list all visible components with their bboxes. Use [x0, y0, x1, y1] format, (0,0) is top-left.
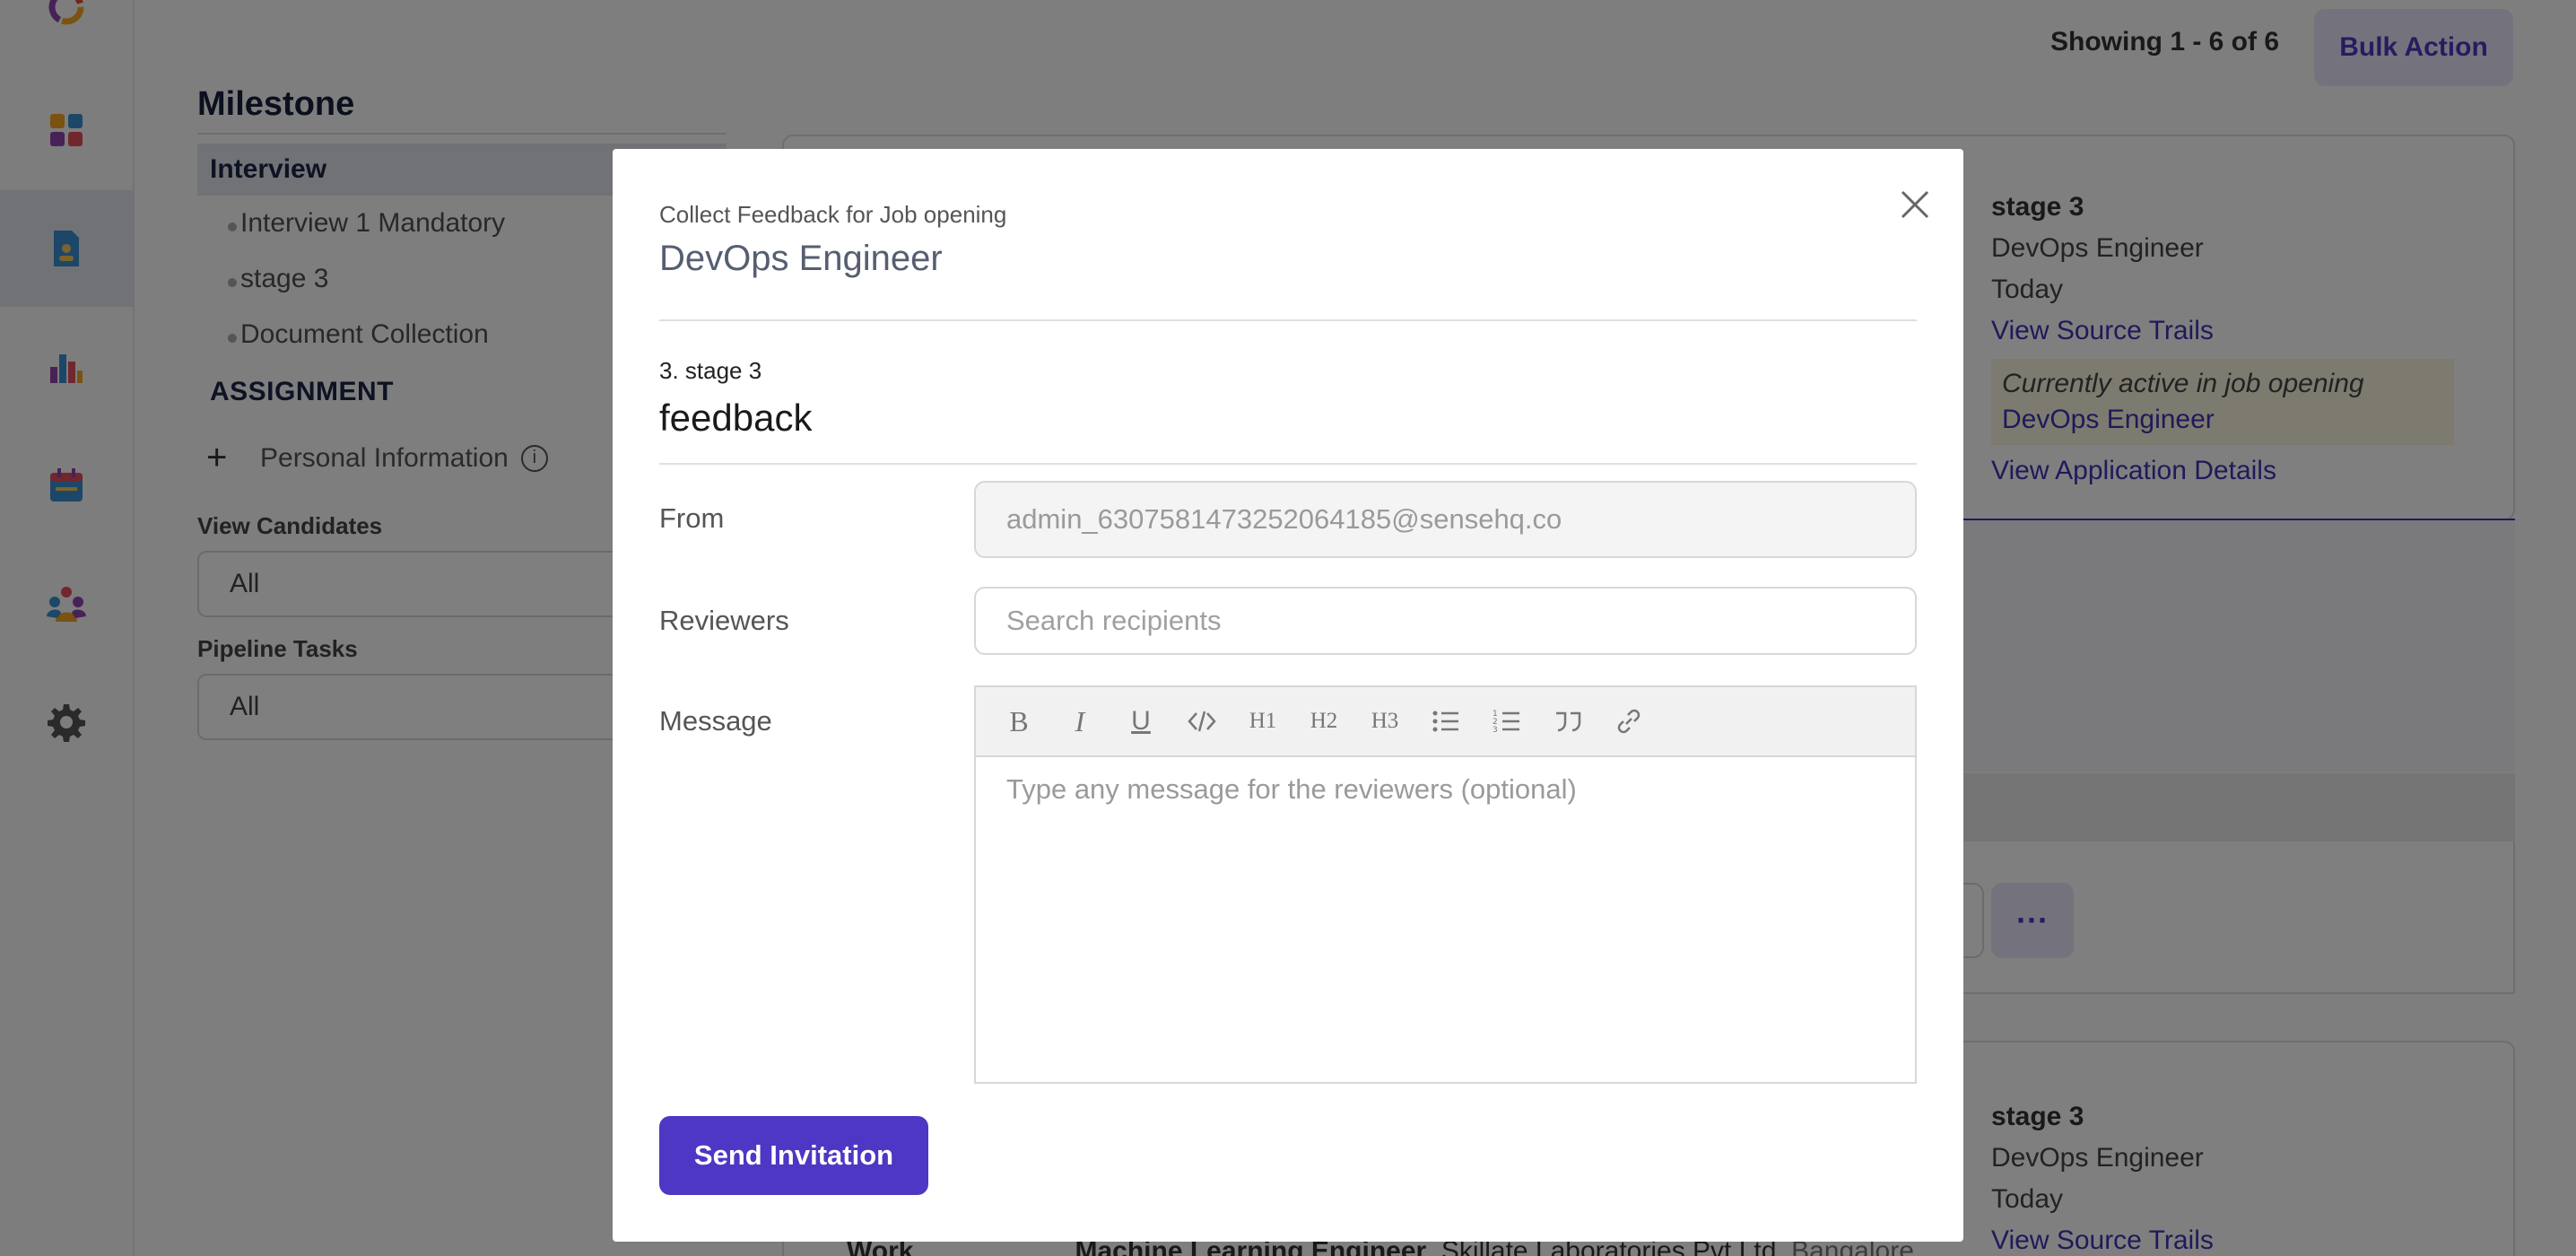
heading1-button[interactable]: H1	[1232, 686, 1293, 756]
svg-text:3: 3	[1493, 726, 1498, 735]
message-label: Message	[659, 705, 772, 737]
bold-button[interactable]: B	[988, 686, 1049, 756]
heading3-button[interactable]: H3	[1354, 686, 1415, 756]
send-invitation-button[interactable]: Send Invitation	[659, 1116, 928, 1195]
numbered-list-button[interactable]: 123	[1476, 686, 1537, 756]
editor-toolbar: B I U H1 H2 H3 123	[976, 687, 1915, 757]
collect-feedback-modal: Collect Feedback for Job opening DevOps …	[613, 149, 1963, 1242]
italic-button[interactable]: I	[1049, 686, 1110, 756]
close-icon[interactable]	[1895, 185, 1935, 224]
quote-icon	[1556, 711, 1581, 732]
heading2-button[interactable]: H2	[1293, 686, 1354, 756]
modal-title: DevOps Engineer	[659, 239, 943, 278]
message-textarea[interactable]	[976, 757, 1915, 1082]
reviewers-label: Reviewers	[659, 605, 789, 636]
blockquote-button[interactable]	[1537, 686, 1598, 756]
bullet-list-icon	[1432, 711, 1458, 732]
stage-label: 3. stage 3	[659, 357, 762, 384]
underline-button[interactable]: U	[1110, 686, 1171, 756]
bullet-list-button[interactable]	[1415, 686, 1476, 756]
message-editor: B I U H1 H2 H3 123	[974, 685, 1917, 1084]
divider	[659, 319, 1917, 321]
link-icon	[1617, 709, 1640, 734]
numbered-list-icon: 123	[1493, 710, 1519, 735]
feedback-heading: feedback	[659, 397, 813, 439]
modal-subtitle: Collect Feedback for Job opening	[659, 201, 1007, 228]
link-button[interactable]	[1598, 686, 1659, 756]
from-field	[974, 481, 1917, 558]
divider	[659, 463, 1917, 465]
code-icon	[1188, 711, 1216, 732]
reviewers-search-input[interactable]	[974, 587, 1917, 655]
code-button[interactable]	[1171, 686, 1232, 756]
from-label: From	[659, 502, 725, 534]
